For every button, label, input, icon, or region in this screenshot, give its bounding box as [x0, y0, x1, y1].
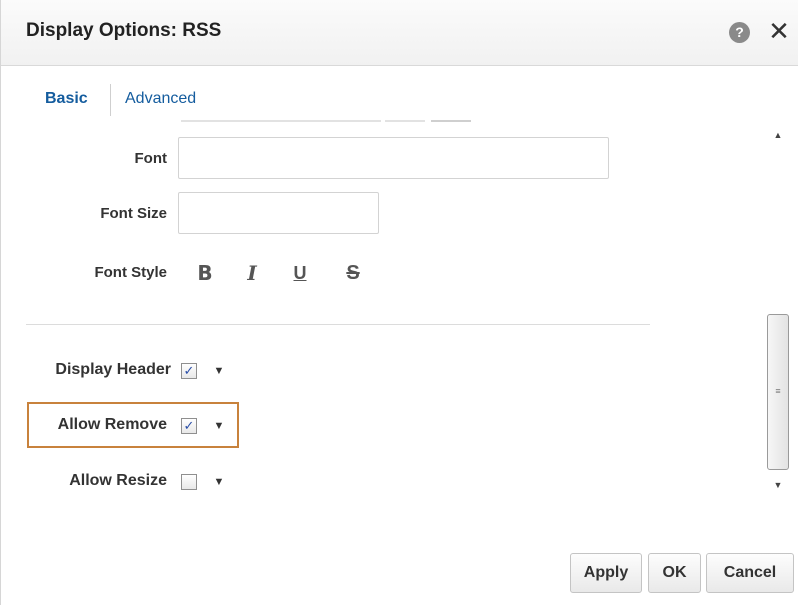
clipped-input-edge — [385, 120, 425, 122]
allow-resize-checkbox[interactable] — [181, 474, 197, 490]
scroll-thumb[interactable]: ≡ — [767, 314, 789, 470]
allow-remove-checkbox[interactable]: ✓ — [181, 418, 197, 434]
display-header-checkbox[interactable]: ✓ — [181, 363, 197, 379]
font-input[interactable] — [178, 137, 609, 179]
help-icon[interactable]: ? — [729, 22, 750, 43]
grip-icon: ≡ — [775, 386, 781, 396]
tab-separator — [110, 84, 111, 116]
scroll-up-icon[interactable]: ▲ — [770, 128, 786, 142]
vertical-scrollbar[interactable]: ▲ ≡ ▼ — [764, 120, 792, 498]
cancel-button[interactable]: Cancel — [706, 553, 794, 593]
dialog-title: Display Options: RSS — [26, 20, 222, 41]
close-icon[interactable]: ✕ — [767, 17, 791, 45]
underline-button[interactable]: U — [285, 260, 315, 286]
clipped-input-edge — [181, 120, 381, 122]
font-label: Font — [134, 150, 167, 167]
chevron-down-icon[interactable]: ▼ — [212, 419, 226, 433]
display-header-label: Display Header — [55, 361, 171, 378]
tab-advanced[interactable]: Advanced — [125, 90, 196, 108]
apply-button[interactable]: Apply — [570, 553, 642, 593]
tab-basic[interactable]: Basic — [45, 90, 88, 108]
chevron-down-icon[interactable]: ▼ — [212, 364, 226, 378]
bold-button[interactable]: B — [190, 260, 220, 286]
font-style-label: Font Style — [94, 264, 167, 281]
font-size-input[interactable] — [178, 192, 379, 234]
scroll-down-icon[interactable]: ▼ — [770, 478, 786, 492]
allow-remove-label: Allow Remove — [57, 416, 167, 433]
clipped-input-edge — [431, 120, 471, 122]
chevron-down-icon[interactable]: ▼ — [212, 475, 226, 489]
tab-bar: Basic Advanced — [1, 80, 401, 116]
italic-button[interactable]: I — [237, 260, 267, 286]
ok-button[interactable]: OK — [648, 553, 701, 593]
allow-resize-label: Allow Resize — [69, 472, 167, 489]
dialog-titlebar: Display Options: RSS ? ✕ — [1, 0, 798, 66]
font-size-label: Font Size — [100, 205, 167, 222]
strikethrough-button[interactable]: S — [338, 260, 368, 286]
section-divider — [26, 324, 650, 325]
display-options-dialog: Display Options: RSS ? ✕ Basic Advanced … — [0, 0, 798, 605]
